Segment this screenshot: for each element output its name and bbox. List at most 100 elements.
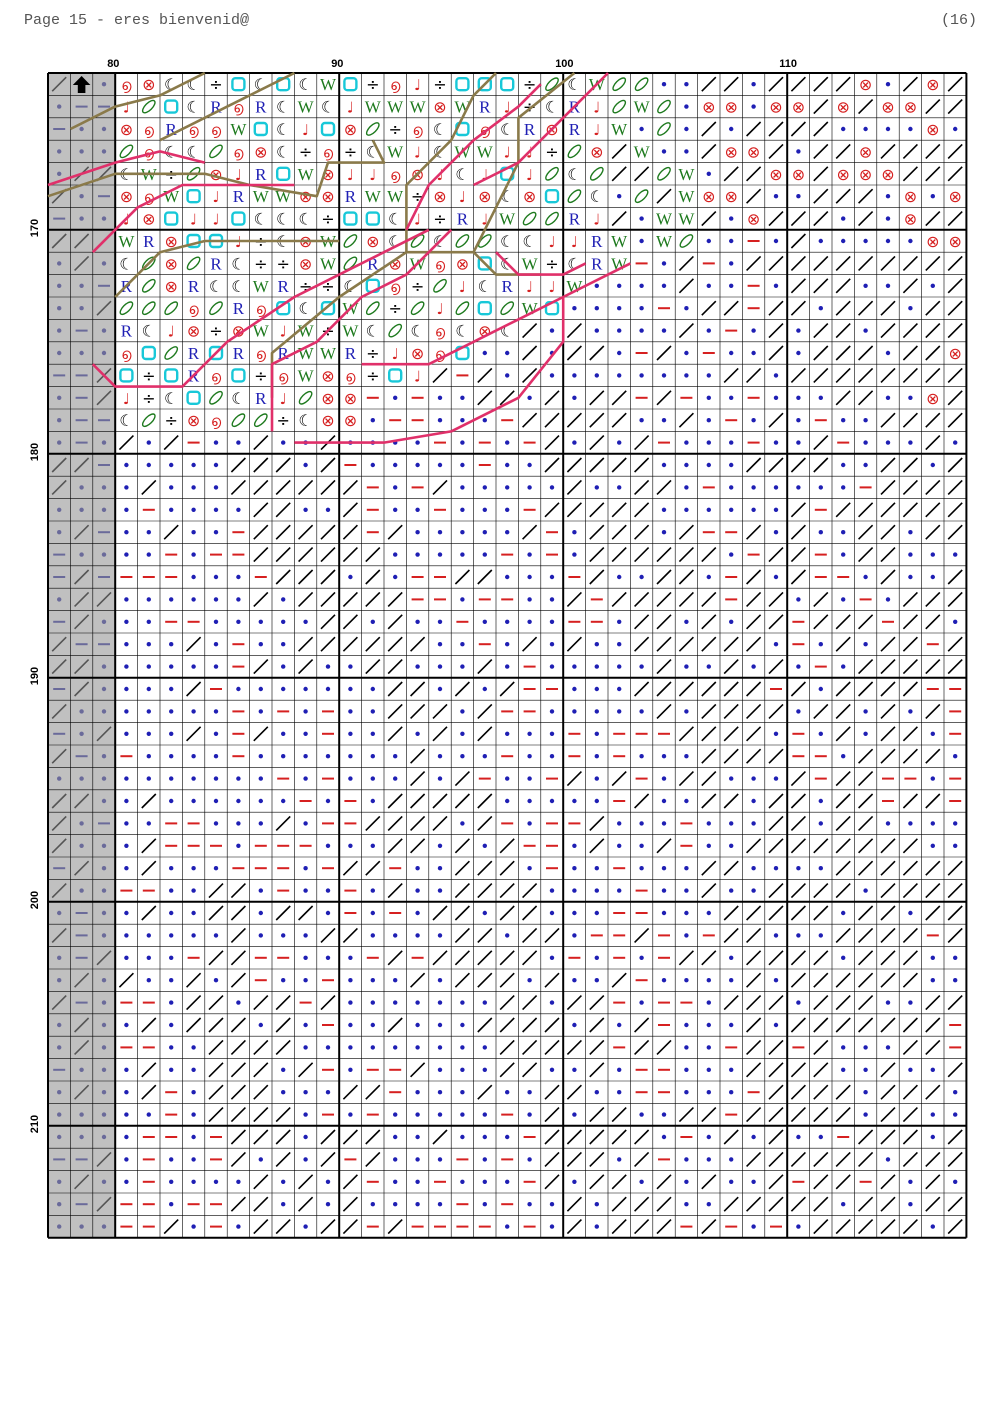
stitch-dot (527, 597, 532, 602)
stitch-oval (522, 211, 537, 226)
stitch-dot (415, 1134, 420, 1140)
stitch-moon: ☾ (500, 232, 514, 251)
stitch-dot (57, 597, 62, 602)
stitch-oval (365, 301, 380, 316)
stitch-slash (611, 972, 627, 988)
stitch-slash (611, 390, 627, 406)
stitch-slash (858, 950, 874, 966)
stitch-slash (678, 323, 694, 339)
stitch-slash (813, 1219, 829, 1235)
stitch-dot (684, 373, 689, 378)
stitch-slash (835, 502, 851, 518)
stitch-dot (124, 709, 129, 714)
stitch-slash (723, 659, 739, 675)
stitch-slash (947, 390, 963, 406)
stitch-slash (656, 479, 672, 495)
stitch-slash (723, 703, 739, 719)
stitch-slash (208, 1062, 224, 1078)
stitch-slash (880, 1219, 896, 1235)
stitch-slash (835, 681, 851, 697)
stitch-dot (393, 1179, 398, 1185)
stitch-dot (773, 530, 779, 535)
stitch-dot (639, 574, 644, 580)
stitch-dot (505, 798, 510, 804)
stitch-slash (858, 211, 874, 227)
stitch-dot (953, 619, 958, 624)
stitch-x-circle: ⊗ (164, 277, 177, 296)
stitch-slash (634, 793, 650, 809)
stitch-dot (930, 194, 935, 199)
stitch-slash (275, 569, 291, 585)
stitch-x-circle: ⊗ (344, 120, 357, 139)
stitch-slash (589, 569, 605, 585)
stitch-dot (841, 910, 846, 916)
stitch-slash (208, 883, 224, 899)
stitch-dot (191, 798, 196, 804)
stitch-dot (908, 440, 913, 445)
stitch-dot (281, 1067, 286, 1073)
stitch-dot (146, 955, 151, 960)
stitch-dot (773, 642, 779, 647)
stitch-dot (706, 440, 711, 445)
stitch-slash (208, 1017, 224, 1033)
stitch-dot (124, 1067, 129, 1073)
stitch-dot (706, 462, 711, 468)
stitch-dot (863, 462, 868, 468)
stitch-slash (701, 771, 717, 787)
stitch-dot (101, 686, 107, 692)
stitch-slash (813, 143, 829, 159)
stitch-oval (679, 234, 694, 248)
stitch-dot (281, 1090, 286, 1095)
stitch-dot (393, 552, 398, 557)
stitch-cyan-square (500, 76, 515, 92)
stitch-dot (549, 1000, 555, 1005)
stitch-dot (393, 754, 398, 759)
stitch-dot (617, 888, 622, 893)
stitch-dot (885, 821, 891, 826)
stitch-dot (57, 776, 62, 781)
stitch-slash (813, 591, 829, 607)
stitch-slash (902, 278, 918, 294)
stitch-slash (768, 1196, 784, 1212)
stitch-dot (437, 1112, 443, 1117)
stitch-dot (505, 350, 510, 356)
stitch-x-circle: ⊗ (590, 142, 603, 161)
stitch-slash (858, 972, 874, 988)
stitch-slash (678, 636, 694, 652)
stitch-dot (639, 821, 644, 826)
stitch-cyan-square (163, 368, 179, 383)
stitch-slash (902, 1107, 918, 1123)
stitch-dot (213, 709, 219, 714)
stitch-slash (634, 927, 650, 943)
stitch-slash (813, 1151, 829, 1167)
stitch-slash (835, 838, 851, 854)
stitch-dot (706, 1067, 711, 1073)
stitch-dot (751, 1179, 756, 1185)
stitch-cyan-square (231, 211, 246, 226)
stitch-dot (79, 1067, 84, 1073)
stitch-dot (908, 552, 913, 557)
stitch-dot (437, 776, 443, 781)
stitch-divide: ÷ (299, 142, 312, 161)
stitch-slash (925, 1084, 941, 1100)
stitch-dot (213, 574, 219, 580)
stitch-dot (796, 1134, 801, 1140)
stitch-oval (209, 301, 223, 316)
stitch-moon: ☾ (298, 299, 312, 318)
stitch-dot (325, 910, 331, 916)
stitch-dot (818, 933, 823, 938)
stitch-dot (325, 507, 331, 512)
stitch-slash (432, 703, 448, 719)
stitch-dot (751, 821, 756, 826)
stitch-slash (902, 345, 918, 361)
stitch-slash (902, 883, 918, 899)
stitch-dot (796, 149, 801, 154)
stitch-slash (835, 1107, 851, 1123)
stitch-slash (858, 345, 874, 361)
stitch-dot (437, 866, 443, 871)
stitch-slash (925, 367, 941, 383)
stitch-w: W (365, 98, 382, 117)
stitch-slash (790, 883, 806, 899)
stitch-slash (768, 255, 784, 271)
stitch-oval (500, 301, 515, 316)
